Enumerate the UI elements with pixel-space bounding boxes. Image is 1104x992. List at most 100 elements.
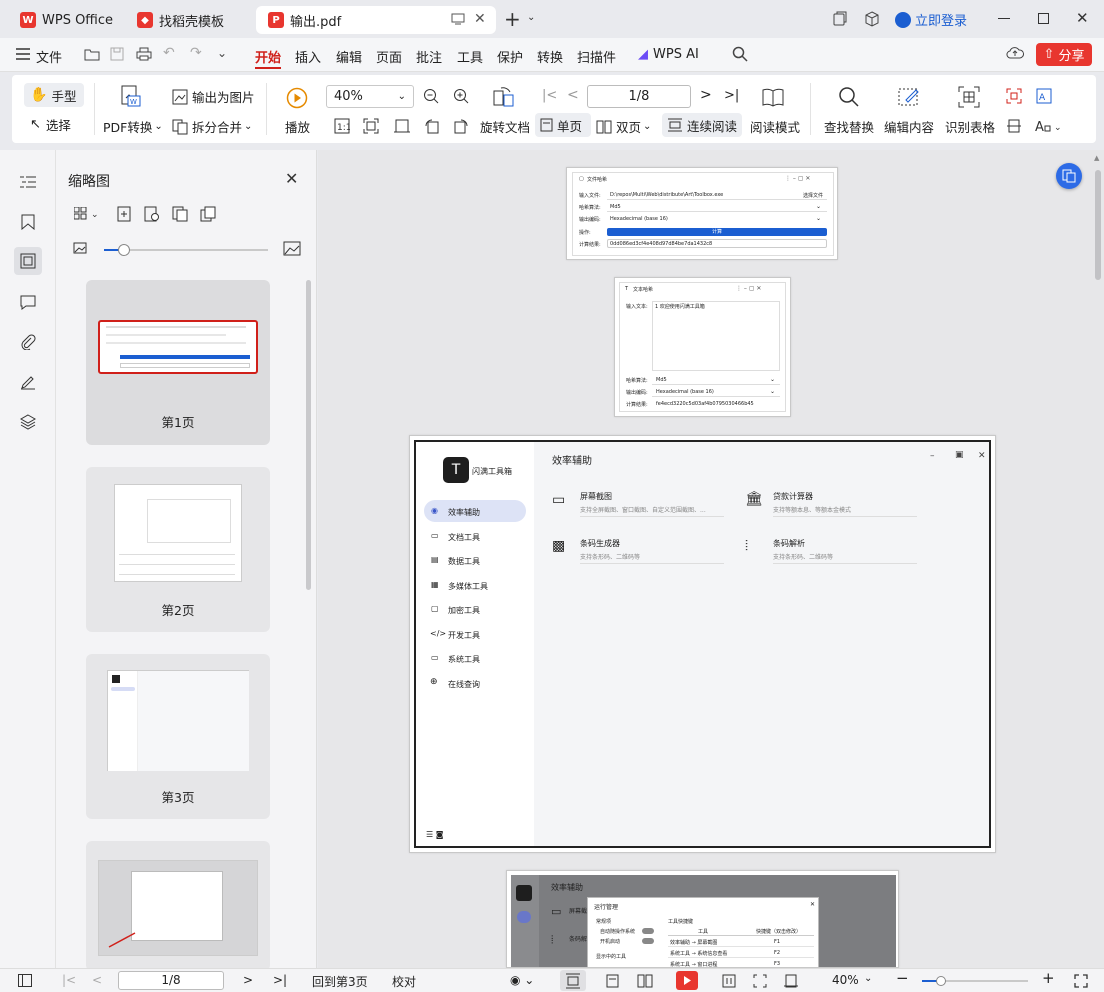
rotate-document-button[interactable]: 旋转文档: [480, 117, 530, 136]
close-panel-icon[interactable]: ✕: [285, 169, 298, 188]
small-image-icon[interactable]: [73, 242, 87, 254]
single-page-button[interactable]: 单页: [535, 113, 591, 137]
menu-start[interactable]: 开始: [255, 47, 281, 66]
page-settings-icon[interactable]: [144, 206, 160, 222]
menu-insert[interactable]: 插入: [295, 47, 321, 66]
signature-icon[interactable]: [14, 368, 42, 396]
thumbnail-page-2[interactable]: 第2页: [86, 467, 270, 632]
hamburger-icon[interactable]: [16, 48, 30, 60]
menu-scan[interactable]: 扫描件: [577, 47, 616, 66]
scan-doc-icon[interactable]: [1006, 118, 1022, 134]
continuous-reading-button[interactable]: 连续阅读: [662, 113, 742, 137]
undo-icon[interactable]: ↶: [163, 45, 175, 61]
last-page-icon[interactable]: >|: [724, 88, 739, 103]
minimize-icon[interactable]: [998, 18, 1010, 19]
reading-mode-button[interactable]: 阅读模式: [750, 117, 800, 136]
font-tools-icon[interactable]: A ⌄: [1034, 118, 1062, 134]
edit-content-button[interactable]: 编辑内容: [884, 117, 934, 136]
tab-template[interactable]: ◆ 找稻壳模板: [125, 6, 250, 34]
zoom-level[interactable]: 40%: [832, 973, 859, 987]
bookmark-icon[interactable]: [14, 208, 42, 236]
open-folder-icon[interactable]: [84, 47, 100, 61]
insert-page-icon[interactable]: [117, 206, 131, 222]
recognize-table-button[interactable]: 识别表格: [945, 117, 995, 136]
next-page-icon[interactable]: >: [700, 87, 712, 103]
actual-size-icon[interactable]: 1:1: [334, 118, 350, 134]
export-image-button[interactable]: 输出为图片: [172, 87, 255, 106]
pdf-convert-button[interactable]: PDF转换 ⌄: [103, 117, 163, 136]
select-tool-button[interactable]: ↖ 选择: [30, 115, 71, 134]
hand-tool-button[interactable]: ✋ 手型: [24, 83, 84, 107]
slider-handle[interactable]: [936, 976, 947, 986]
page-number-input[interactable]: 1/8: [587, 85, 691, 108]
print-icon[interactable]: [136, 47, 152, 61]
fit-width-icon[interactable]: [394, 118, 410, 134]
share-button[interactable]: ⇧ 分享: [1036, 43, 1092, 66]
tab-wps-office[interactable]: W WPS Office: [8, 6, 120, 34]
fit-page-icon[interactable]: [753, 974, 767, 988]
thumbnail-panel-icon[interactable]: [14, 247, 42, 275]
new-tab-icon[interactable]: +: [504, 7, 521, 31]
menu-file[interactable]: 文件: [36, 47, 62, 66]
single-view-icon[interactable]: [606, 974, 619, 988]
scroll-up-icon[interactable]: ▲: [1094, 154, 1099, 162]
fit-width-icon[interactable]: [784, 974, 798, 988]
large-image-icon[interactable]: [283, 241, 301, 256]
zoom-in-icon[interactable]: [453, 88, 469, 104]
ocr-red-icon[interactable]: [1006, 88, 1022, 104]
close-window-icon[interactable]: ✕: [1076, 9, 1089, 27]
window-tab-icon[interactable]: [451, 12, 465, 26]
layers-icon[interactable]: [14, 408, 42, 436]
thumbnail-page-3[interactable]: 第3页: [86, 654, 270, 819]
more-chevron-icon[interactable]: ⌄: [217, 46, 227, 60]
first-page-icon[interactable]: |<: [62, 973, 76, 987]
zoom-out-icon[interactable]: [423, 88, 439, 104]
zoom-out-icon[interactable]: −: [896, 969, 909, 987]
goto-page-link[interactable]: 回到第3页: [312, 973, 368, 990]
slider-handle[interactable]: [117, 244, 130, 256]
double-page-button[interactable]: 双页 ⌄: [596, 117, 651, 136]
document-scrollbar[interactable]: ▲: [1094, 154, 1102, 966]
wps-ai-button[interactable]: ◢ WPS AI: [638, 47, 699, 62]
fullscreen-icon[interactable]: [1074, 974, 1088, 988]
continuous-view-icon[interactable]: [560, 970, 586, 991]
first-page-icon[interactable]: |<: [542, 88, 557, 103]
login-button[interactable]: 立即登录: [895, 10, 967, 29]
status-page-input[interactable]: 1/8: [118, 971, 224, 990]
double-view-icon[interactable]: [637, 974, 653, 988]
chevron-down-icon[interactable]: ⌄: [527, 12, 535, 23]
search-icon[interactable]: [732, 46, 748, 62]
next-page-icon[interactable]: >: [243, 973, 253, 987]
zoom-slider[interactable]: [922, 976, 1028, 986]
play-button[interactable]: 播放: [285, 117, 310, 136]
zoom-chevron-icon[interactable]: ⌄: [864, 973, 872, 984]
thumbnail-page-4[interactable]: [86, 841, 270, 971]
comment-icon[interactable]: [14, 288, 42, 316]
copy-page-icon[interactable]: [172, 206, 188, 222]
menu-annotate[interactable]: 批注: [416, 47, 442, 66]
grid-view-icon[interactable]: ⌄: [74, 207, 100, 221]
thumbnail-size-slider[interactable]: [104, 244, 268, 256]
eye-protect-icon[interactable]: ◉ ⌄: [510, 973, 534, 987]
menu-convert[interactable]: 转换: [537, 47, 563, 66]
menu-tools[interactable]: 工具: [457, 47, 483, 66]
outline-icon[interactable]: [14, 168, 42, 196]
extract-page-icon[interactable]: [200, 206, 216, 222]
tab-output-pdf[interactable]: P 输出.pdf ✕: [256, 6, 496, 34]
scrollbar-thumb[interactable]: [1095, 170, 1101, 280]
attachment-icon[interactable]: [14, 328, 42, 356]
play-icon[interactable]: [286, 87, 308, 109]
rotate-left-icon[interactable]: [424, 118, 440, 134]
maximize-icon[interactable]: [1038, 13, 1049, 24]
cloud-upload-icon[interactable]: [1006, 45, 1024, 61]
fit-page-icon[interactable]: [363, 118, 379, 134]
zoom-select[interactable]: 40% ⌄: [326, 85, 414, 108]
menu-page[interactable]: 页面: [376, 47, 402, 66]
restore-window-icon[interactable]: [832, 11, 848, 27]
thumbnail-scrollbar[interactable]: [306, 280, 311, 590]
proofread-button[interactable]: 校对: [392, 973, 416, 990]
toggle-sidebar-icon[interactable]: [18, 974, 32, 987]
menu-protect[interactable]: 保护: [497, 47, 523, 66]
cube-icon[interactable]: [864, 11, 880, 27]
translate-icon[interactable]: A: [1036, 88, 1052, 104]
